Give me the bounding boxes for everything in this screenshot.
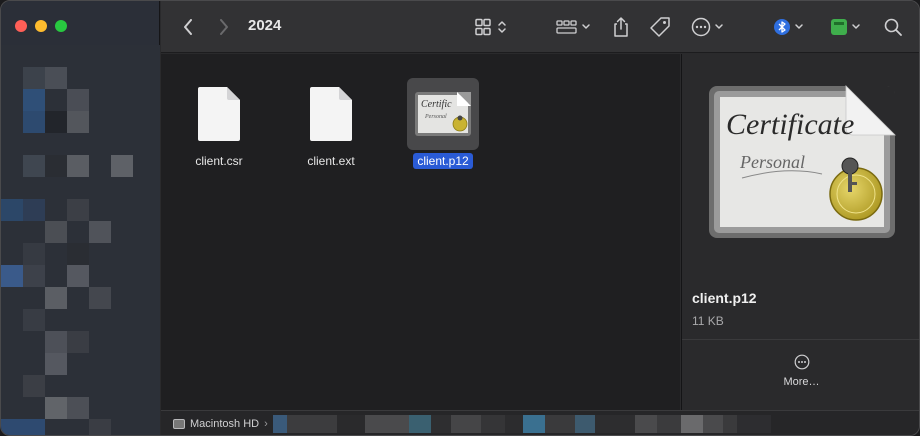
file-name: client.ext xyxy=(307,154,355,168)
ellipsis-circle-icon xyxy=(794,354,809,370)
sidebar xyxy=(1,1,160,435)
tags-button[interactable] xyxy=(647,1,673,53)
chevron-left-icon xyxy=(184,19,192,35)
path-item-macintosh-hd[interactable]: Macintosh HD xyxy=(190,418,259,430)
bluetooth-menu-button[interactable] xyxy=(771,1,807,53)
preview-pane: Certificate Personal client.p12 11 KB Mo… xyxy=(681,54,919,410)
close-button[interactable] xyxy=(15,20,27,32)
preview-cert-title: Certificate xyxy=(726,108,854,141)
file-name: client.p12 xyxy=(413,153,473,169)
search-icon xyxy=(884,18,902,36)
preview-file-name: client.p12 xyxy=(692,290,757,306)
file-icon-view: client.csr client.ext Certific Personal … xyxy=(161,54,680,410)
more-label: More… xyxy=(783,376,820,388)
preview-thumbnail: Certificate Personal xyxy=(706,82,898,247)
file-item[interactable]: client.csr xyxy=(174,78,264,169)
bluetooth-icon xyxy=(774,19,803,35)
window-controls xyxy=(15,20,67,32)
certificate-preview-icon: Certificate Personal xyxy=(709,85,896,238)
blurred-sidebar-content xyxy=(1,45,160,435)
file-item[interactable]: client.ext xyxy=(286,78,376,169)
share-button[interactable] xyxy=(609,1,633,53)
file-thumbnail xyxy=(295,78,367,150)
grid-view-icon xyxy=(475,18,506,36)
file-thumbnail xyxy=(183,78,255,150)
action-button[interactable] xyxy=(689,1,729,53)
green-app-menu-button[interactable] xyxy=(828,1,864,53)
group-button[interactable] xyxy=(554,1,594,53)
search-button[interactable] xyxy=(881,1,905,53)
svg-text:Personal: Personal xyxy=(424,114,447,120)
ellipsis-circle-icon xyxy=(691,17,723,37)
green-app-icon xyxy=(831,19,860,35)
file-item-selected[interactable]: Certific Personal client.p12 xyxy=(398,78,488,169)
window-title: 2024 xyxy=(248,17,282,34)
svg-text:Certific: Certific xyxy=(421,99,452,110)
path-separator: › xyxy=(264,418,268,430)
toolbar: 2024 xyxy=(161,1,919,53)
finder-window: 2024 client.csr client.ext Certific Pers… xyxy=(0,0,920,436)
preview-divider xyxy=(682,339,919,340)
blurred-path-segments xyxy=(272,415,771,433)
group-icon xyxy=(556,20,590,34)
back-button[interactable] xyxy=(177,1,199,53)
share-icon xyxy=(614,17,628,37)
certificate-icon: Certific Personal xyxy=(415,92,471,136)
path-bar: Macintosh HD › xyxy=(161,410,919,435)
document-icon xyxy=(310,87,352,141)
preview-file-size: 11 KB xyxy=(692,314,724,328)
document-icon xyxy=(198,87,240,141)
preview-cert-subtitle: Personal xyxy=(739,152,805,172)
more-button[interactable]: More… xyxy=(682,354,919,388)
file-thumbnail: Certific Personal xyxy=(407,78,479,150)
hard-drive-icon xyxy=(173,419,185,429)
zoom-button[interactable] xyxy=(55,20,67,32)
forward-button[interactable] xyxy=(213,1,235,53)
file-name: client.csr xyxy=(195,154,243,168)
view-options-button[interactable] xyxy=(472,1,512,53)
chevron-right-icon xyxy=(220,19,228,35)
minimize-button[interactable] xyxy=(35,20,47,32)
tag-icon xyxy=(650,17,670,37)
